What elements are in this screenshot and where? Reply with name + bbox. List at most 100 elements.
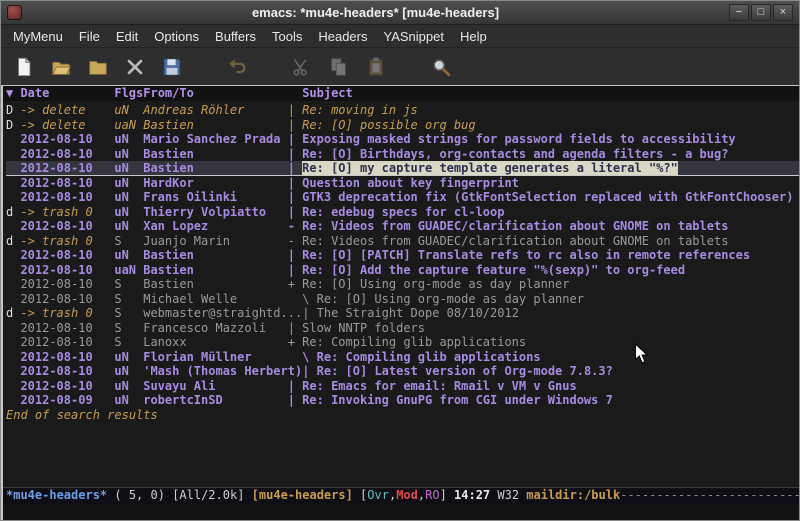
message-row[interactable]: 2012-08-10 uN Suvayu Ali | Re: Emacs for… bbox=[6, 379, 799, 394]
close-buffer-button[interactable] bbox=[120, 52, 150, 82]
row-date: 2012-08-10 bbox=[20, 379, 114, 394]
message-row[interactable]: 2012-08-10 uN Florian Müllner \ Re: Comp… bbox=[6, 350, 799, 365]
message-list: D -> delete uN Andreas Röhler | Re: movi… bbox=[6, 103, 799, 408]
row-from: robertcInSD bbox=[143, 393, 287, 408]
menu-headers[interactable]: Headers bbox=[310, 27, 375, 46]
message-row[interactable]: 2012-08-10 uN Xan Lopez - Re: Videos fro… bbox=[6, 219, 799, 234]
message-row[interactable]: 2012-08-10 S Francesco Mazzoli | Slow NN… bbox=[6, 321, 799, 336]
row-date: 2012-08-10 bbox=[20, 350, 114, 365]
row-subject: Re: [O] possible org bug bbox=[302, 118, 475, 133]
modeline-segment: *mu4e-headers* bbox=[6, 488, 107, 502]
row-flags: S bbox=[114, 277, 143, 292]
maximize-button[interactable]: □ bbox=[751, 4, 771, 21]
column-header-subject[interactable]: Subject bbox=[302, 86, 353, 101]
row-flags: uN bbox=[114, 161, 143, 175]
message-row[interactable]: 2012-08-10 uN Frans Oilinki | GTK3 depre… bbox=[6, 190, 799, 205]
menu-file[interactable]: File bbox=[71, 27, 108, 46]
menu-buffers[interactable]: Buffers bbox=[207, 27, 264, 46]
row-mark: d bbox=[6, 306, 20, 321]
search-icon bbox=[430, 56, 452, 78]
menu-yasnippet[interactable]: YASnippet bbox=[375, 27, 451, 46]
row-mark: d bbox=[6, 234, 20, 249]
row-subject: Question about key fingerprint bbox=[302, 176, 519, 191]
message-row[interactable]: 2012-08-10 uN Bastien | Re: [O] Birthday… bbox=[6, 147, 799, 162]
message-row[interactable]: 2012-08-10 S Bastien + Re: [O] Using org… bbox=[6, 277, 799, 292]
row-thread-indicator: \ bbox=[288, 350, 317, 365]
row-subject: Re: [O] [PATCH] Translate refs to rc als… bbox=[302, 248, 750, 263]
row-mark bbox=[6, 379, 20, 394]
message-row[interactable]: 2012-08-10 uaN Bastien | Re: [O] Add the… bbox=[6, 263, 799, 278]
row-flags: S bbox=[114, 321, 143, 336]
menu-help[interactable]: Help bbox=[452, 27, 495, 46]
message-row[interactable]: D -> delete uaN Bastien | Re: [O] possib… bbox=[6, 118, 799, 133]
menu-options[interactable]: Options bbox=[146, 27, 207, 46]
row-subject: Re: Invoking GnuPG from CGI under Window… bbox=[302, 393, 613, 408]
message-row[interactable]: 2012-08-10 S Michael Welle \ Re: [O] Usi… bbox=[6, 292, 799, 307]
end-of-results: End of search results bbox=[6, 408, 799, 423]
message-row[interactable]: 2012-08-10 uN Bastien | Re: [O] [PATCH] … bbox=[6, 248, 799, 263]
modeline-segment: Ovr bbox=[367, 488, 389, 502]
new-file-button[interactable] bbox=[9, 52, 39, 82]
row-subject: Re: Videos from GUADEC/clarification abo… bbox=[302, 219, 728, 234]
row-mark bbox=[6, 263, 20, 278]
modeline-segment: -------------------------------------- bbox=[620, 488, 799, 502]
row-mark bbox=[6, 335, 20, 350]
menu-edit[interactable]: Edit bbox=[108, 27, 146, 46]
row-subject: Re: [O] Add the capture feature "%(sexp)… bbox=[302, 263, 685, 278]
menu-mymenu[interactable]: MyMenu bbox=[5, 27, 71, 46]
mode-line: *mu4e-headers* ( 5, 0) [All/2.0k] [mu4e-… bbox=[3, 487, 799, 504]
app-icon bbox=[7, 5, 22, 20]
header-line: ▼ Date Flgs From/To Subject bbox=[3, 86, 799, 101]
row-from: Juanjo Marin bbox=[143, 234, 287, 249]
column-header-date[interactable]: ▼ Date bbox=[6, 86, 114, 101]
column-header-flags[interactable]: Flgs bbox=[114, 86, 143, 101]
row-mark bbox=[6, 147, 20, 162]
row-mark bbox=[6, 292, 20, 307]
message-row[interactable]: 2012-08-10 S Lanoxx + Re: Compiling glib… bbox=[6, 335, 799, 350]
message-row[interactable]: 2012-08-10 uN Mario Sanchez Prada | Expo… bbox=[6, 132, 799, 147]
row-from: Florian Müllner bbox=[143, 350, 287, 365]
menu-tools[interactable]: Tools bbox=[264, 27, 310, 46]
row-thread-indicator: | bbox=[288, 118, 302, 133]
dired-button[interactable] bbox=[83, 52, 113, 82]
search-button[interactable] bbox=[426, 52, 456, 82]
modeline-segment: [ bbox=[353, 488, 367, 502]
minimize-button[interactable]: − bbox=[729, 4, 749, 21]
close-button[interactable]: × bbox=[773, 4, 793, 21]
row-from: Suvayu Ali bbox=[143, 379, 287, 394]
message-row[interactable]: D -> delete uN Andreas Röhler | Re: movi… bbox=[6, 103, 799, 118]
close-x-icon bbox=[124, 56, 146, 78]
save-button[interactable] bbox=[157, 52, 187, 82]
row-mark: d bbox=[6, 205, 20, 220]
message-row[interactable]: 2012-08-10 uN HardKor | Question about k… bbox=[6, 176, 799, 191]
message-row[interactable]: 2012-08-09 uN robertcInSD | Re: Invoking… bbox=[6, 393, 799, 408]
tool-bar bbox=[1, 48, 799, 86]
row-date: 2012-08-10 bbox=[20, 132, 114, 147]
row-mark bbox=[6, 364, 20, 379]
modeline-segment: Mod bbox=[396, 488, 418, 502]
message-row[interactable]: 2012-08-10 uN 'Mash (Thomas Herbert) | R… bbox=[6, 364, 799, 379]
row-from: webmaster@straightd... bbox=[143, 306, 302, 321]
row-thread-indicator: | bbox=[288, 103, 302, 118]
copy-button bbox=[324, 52, 354, 82]
row-thread-indicator: | bbox=[288, 321, 302, 336]
message-row[interactable]: 2012-08-10 uN Bastien | Re: [O] my captu… bbox=[6, 161, 799, 176]
row-thread-indicator: - bbox=[288, 234, 302, 249]
echo-area[interactable] bbox=[3, 504, 799, 520]
open-file-button[interactable] bbox=[46, 52, 76, 82]
row-from: Bastien bbox=[143, 248, 287, 263]
row-thread-indicator: | bbox=[302, 306, 316, 321]
row-mark bbox=[6, 321, 20, 336]
message-row[interactable]: d -> trash 0 uN Thierry Volpiatto | Re: … bbox=[6, 205, 799, 220]
row-flags: uN bbox=[114, 190, 143, 205]
row-date: 2012-08-10 bbox=[20, 335, 114, 350]
row-date: -> delete bbox=[20, 103, 114, 118]
column-header-from[interactable]: From/To bbox=[143, 86, 302, 101]
message-row[interactable]: d -> trash 0 S Juanjo Marin - Re: Videos… bbox=[6, 234, 799, 249]
modeline-segment: [All/2.0k] bbox=[172, 488, 251, 502]
modeline-segment: 14:27 bbox=[454, 488, 490, 502]
row-from: Lanoxx bbox=[143, 335, 287, 350]
row-subject: Exposing masked strings for password fie… bbox=[302, 132, 735, 147]
row-flags: uN bbox=[114, 379, 143, 394]
message-row[interactable]: d -> trash 0 S webmaster@straightd... | … bbox=[6, 306, 799, 321]
